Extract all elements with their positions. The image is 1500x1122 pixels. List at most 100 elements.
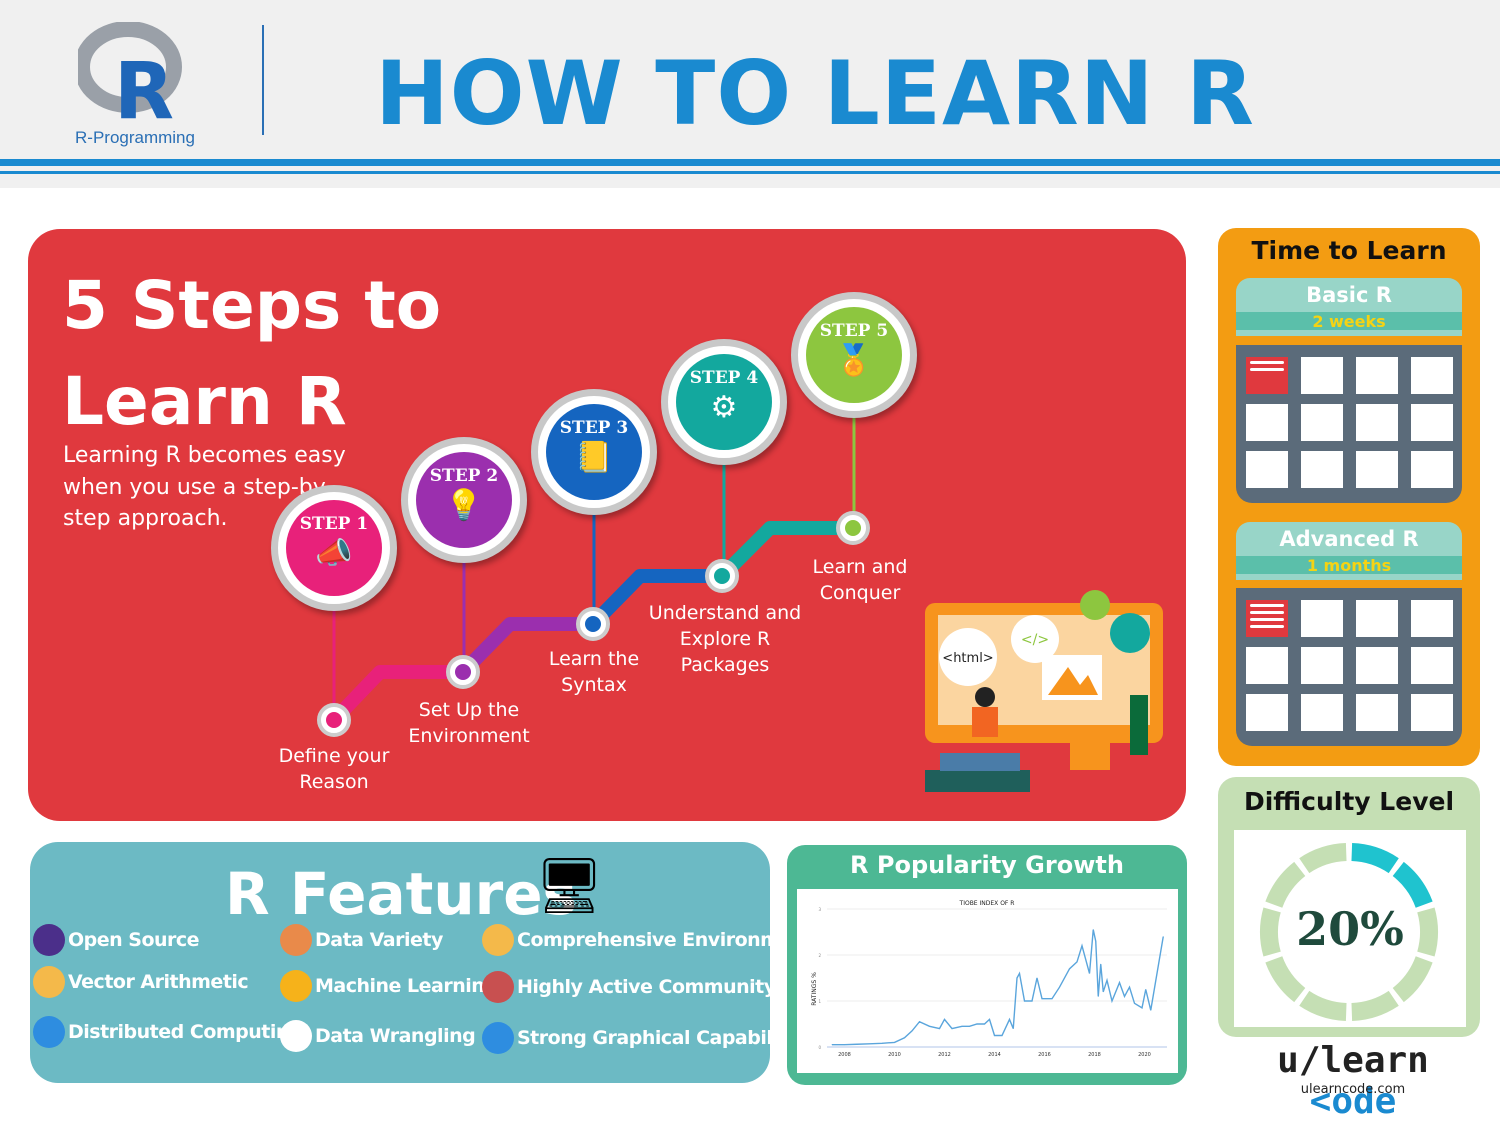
y-tick-label: 0	[818, 1045, 821, 1050]
feature-item: Open Source	[33, 924, 200, 956]
tiobe-chart-svg: TIOBE INDEX OF R RATINGS % 0 1 2 3 2008 2010 2…	[811, 900, 1167, 1058]
step-5-label: STEP 5	[819, 321, 889, 341]
data-point	[1106, 979, 1108, 981]
advanced-r-duration: 1 months	[1236, 556, 1462, 577]
data-point	[1041, 998, 1043, 1000]
difficulty-value: 20%	[1296, 902, 1404, 956]
scale-icon	[33, 966, 65, 998]
data-point	[1016, 977, 1018, 979]
data-point	[1019, 973, 1020, 974]
data-point	[1076, 961, 1078, 963]
open-source-icon	[33, 924, 65, 956]
data-point	[1102, 991, 1104, 993]
ulearncode-logo: u/learn <ode	[1228, 1040, 1478, 1122]
data-point	[1145, 989, 1147, 990]
chart-title: TIOBE INDEX OF R	[959, 900, 1015, 907]
calendar-icon	[1236, 345, 1462, 503]
x-tick-label: 2014	[988, 1052, 1001, 1058]
y-tick-label: 3	[818, 907, 821, 912]
feature-item: Machine Learning	[280, 970, 498, 1002]
x-tick-label: 2016	[1038, 1052, 1051, 1058]
gauge-segment	[1265, 861, 1306, 909]
difficulty-title: Difficulty Level	[1243, 787, 1455, 816]
gauge-segment	[1351, 843, 1399, 874]
data-point	[894, 1042, 895, 1043]
feature-label: Comprehensive Environment	[517, 929, 814, 951]
coding-illustration: <html> </>	[925, 590, 1163, 792]
data-point	[1100, 963, 1102, 965]
data-variety-icon	[280, 924, 312, 956]
step-3-badge: STEP 3 📒	[531, 389, 657, 515]
step-4-text: Understand and Explore R Packages	[648, 602, 802, 676]
data-point	[1089, 973, 1090, 974]
basic-r-label: Basic R	[1306, 283, 1392, 307]
data-point	[1081, 945, 1083, 947]
data-point	[856, 1043, 858, 1045]
feature-label: Strong Graphical Capabilities	[517, 1027, 817, 1049]
difficulty-panel: Difficulty Level 20%	[1218, 777, 1480, 1037]
bar-chart-icon	[482, 1022, 514, 1054]
data-point	[1092, 929, 1094, 931]
feature-item: Data Wrangling	[280, 1020, 476, 1052]
features-panel: R Features 🖥 Open Source Data Variety Comp…	[30, 842, 817, 1083]
step-4-badge: STEP 4 ⚙	[661, 339, 787, 465]
data-point	[1111, 1000, 1113, 1002]
data-point	[919, 1021, 920, 1023]
y-tick-label: 1	[818, 999, 821, 1004]
data-point	[929, 1025, 930, 1027]
feature-label: Data Variety	[315, 929, 443, 951]
data-point	[1012, 1028, 1014, 1029]
step-2-node	[446, 655, 480, 689]
time-to-learn-title: Time to Learn	[1251, 236, 1447, 265]
step-5-badge: STEP 5 🏅	[791, 292, 917, 418]
data-point	[1024, 1000, 1025, 1002]
step-1-node	[317, 703, 351, 737]
data-point	[951, 1028, 953, 1029]
feature-item: Strong Graphical Capabilities	[482, 1022, 817, 1054]
basic-r-duration: 2 weeks	[1236, 312, 1462, 333]
data-point	[1059, 986, 1060, 988]
step-1-label: STEP 1	[299, 514, 369, 534]
feature-item: Vector Arithmetic	[33, 966, 249, 998]
brand-text: u/learn	[1277, 1040, 1429, 1081]
step-3-node	[576, 607, 610, 641]
feature-label: Data Wrangling	[315, 1025, 476, 1047]
x-tick-label: 2008	[838, 1052, 851, 1058]
data-point	[1162, 936, 1164, 937]
data-point	[1001, 1035, 1003, 1036]
gauge-segment	[1392, 861, 1433, 909]
lightbulb-icon: 💡	[445, 488, 483, 523]
step-1-badge: STEP 1 📣	[271, 485, 397, 611]
data-point	[944, 1019, 945, 1020]
tiobe-chart: TIOBE INDEX OF R RATINGS % 0 1 2 3 2008 2010 2…	[797, 889, 1178, 1073]
book-icon: 📒	[575, 440, 613, 475]
data-point	[1119, 982, 1120, 983]
data-point	[994, 1035, 995, 1036]
data-point	[1009, 1019, 1010, 1020]
data-point	[1036, 977, 1038, 979]
y-axis-label: RATINGS %	[811, 972, 818, 1006]
feature-item: Comprehensive Environment	[482, 924, 814, 956]
data-point	[911, 1030, 913, 1032]
data-point	[939, 1028, 940, 1029]
data-point	[1141, 1007, 1143, 1009]
series-line	[832, 929, 1164, 1046]
x-tick-label: 2010	[888, 1052, 901, 1058]
data-point	[844, 1044, 845, 1046]
gauge-segment	[1299, 990, 1347, 1021]
thumbs-up-icon	[482, 971, 514, 1003]
data-point	[1069, 968, 1070, 970]
step-2-badge: STEP 2 💡	[401, 437, 527, 563]
calendar-icon	[1236, 588, 1462, 746]
step-4-node	[705, 559, 739, 593]
step-3-label: STEP 3	[559, 418, 629, 438]
step-1-text: Define your Reason	[278, 745, 390, 793]
data-point	[961, 1025, 963, 1027]
data-point	[989, 1019, 990, 1020]
advanced-r-header: Advanced R 1 months	[1236, 522, 1462, 580]
data-point	[984, 1023, 985, 1025]
feature-label: Machine Learning	[315, 975, 498, 997]
data-point	[1129, 986, 1130, 988]
data-point	[904, 1037, 905, 1039]
advanced-r-label: Advanced R	[1279, 527, 1419, 551]
